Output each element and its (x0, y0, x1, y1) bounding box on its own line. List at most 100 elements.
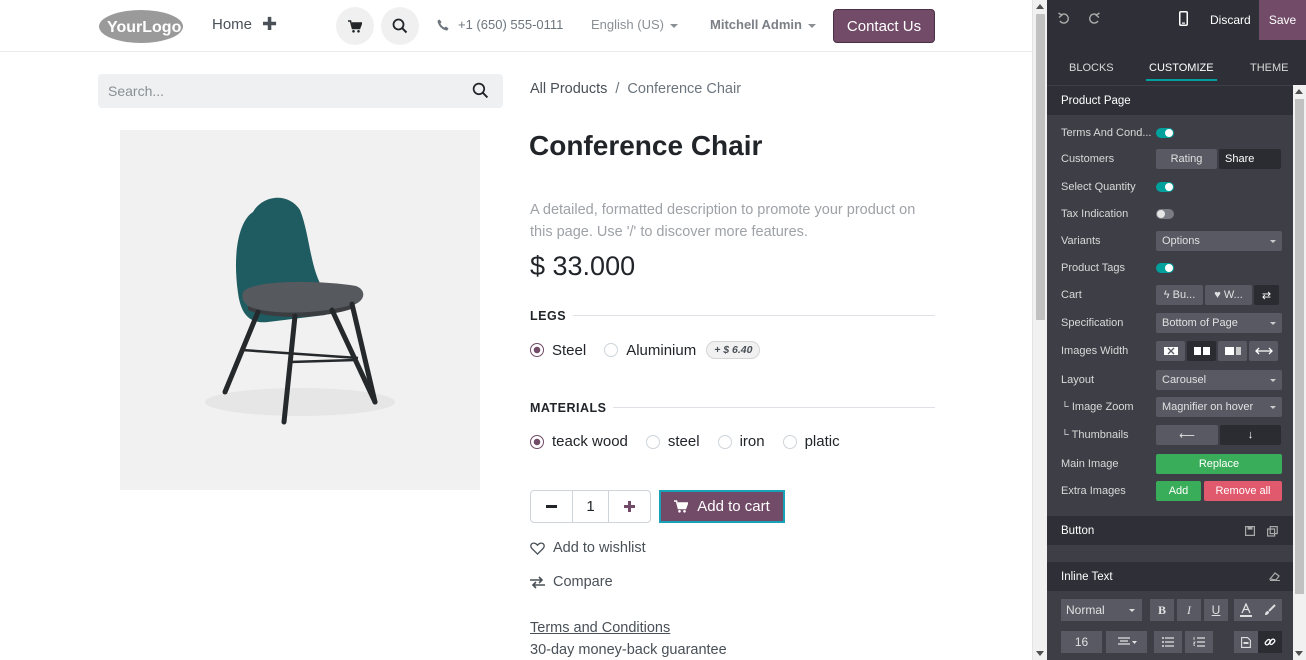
eraser-icon[interactable] (1269, 571, 1281, 581)
rating-option[interactable]: Rating (1156, 149, 1217, 169)
underline-button[interactable]: U (1204, 599, 1228, 621)
numbered-list-button[interactable] (1185, 631, 1213, 653)
decrease-quantity-button[interactable] (531, 491, 572, 522)
phone-number[interactable]: +1 (650) 555-0111 (437, 17, 563, 32)
link-button[interactable] (1258, 631, 1282, 653)
redo-icon[interactable] (1088, 12, 1100, 26)
breadcrumb-all-products[interactable]: All Products (530, 81, 607, 97)
add-to-wishlist-link[interactable]: Add to wishlist (530, 540, 646, 556)
plus-icon (624, 501, 636, 512)
font-size-input[interactable]: 16 (1061, 631, 1102, 653)
replace-image-button[interactable]: Replace (1156, 454, 1282, 474)
save-button[interactable]: Save (1259, 0, 1306, 40)
radio[interactable] (604, 343, 619, 357)
option-steel[interactable]: steel (645, 433, 700, 450)
product-description[interactable]: A detailed, formatted description to pro… (530, 199, 930, 243)
option-platic[interactable]: platic (782, 433, 840, 450)
specification-select[interactable]: Bottom of Page (1156, 313, 1282, 333)
bullet-list-button[interactable] (1154, 631, 1182, 653)
remove-all-images-button[interactable]: Remove all (1204, 481, 1282, 501)
share-option[interactable]: Share (1219, 149, 1281, 169)
add-extra-image-button[interactable]: Add (1156, 481, 1201, 501)
product-search (98, 74, 503, 108)
tax-indication-toggle[interactable] (1156, 209, 1174, 219)
scroll-up-arrow[interactable] (1036, 4, 1044, 9)
radio-selected[interactable] (530, 343, 544, 357)
add-to-cart-button[interactable]: Add to cart (659, 490, 785, 523)
scroll-up-arrow[interactable] (1295, 89, 1303, 94)
text-style-select[interactable]: Normal (1061, 599, 1142, 621)
discard-button[interactable]: Discard (1210, 13, 1251, 27)
tab-customize[interactable]: CUSTOMIZE (1146, 62, 1217, 81)
image-width-none-icon (1163, 347, 1178, 355)
thumbnails-left-option[interactable]: ⟵ (1156, 425, 1218, 445)
width-66-option[interactable] (1218, 341, 1247, 361)
editor-scrollbar[interactable] (1293, 85, 1306, 660)
font-color-button[interactable] (1234, 599, 1258, 621)
width-100-option[interactable] (1249, 341, 1278, 361)
compare-link[interactable]: Compare (530, 574, 613, 590)
align-center-icon (1117, 637, 1137, 645)
radio[interactable] (782, 434, 797, 449)
option-iron[interactable]: iron (717, 433, 765, 450)
option-label: steel (667, 433, 700, 450)
italic-button[interactable]: I (1177, 599, 1201, 621)
product-image[interactable] (120, 130, 480, 490)
mobile-preview-icon[interactable] (1179, 11, 1188, 26)
wishlist-option[interactable]: ♥ W... (1205, 285, 1252, 305)
customers-options: Rating Share (1156, 149, 1283, 169)
option-aluminium[interactable]: Aluminium (604, 342, 696, 359)
variants-select[interactable]: Options (1156, 231, 1282, 251)
highlight-color-button[interactable] (1258, 599, 1282, 621)
website-scrollbar[interactable] (1032, 0, 1047, 660)
tab-blocks[interactable]: BLOCKS (1069, 62, 1114, 74)
search-icon[interactable] (472, 82, 489, 99)
layout-select[interactable]: Carousel (1156, 370, 1282, 390)
option-label: Images Width (1061, 345, 1129, 357)
scroll-down-arrow[interactable] (1036, 651, 1044, 656)
buy-now-option[interactable]: ϟ Bu... (1156, 285, 1203, 305)
radio[interactable] (645, 434, 660, 449)
undo-icon[interactable] (1058, 12, 1070, 26)
language-selector[interactable]: English (US) (591, 17, 678, 32)
option-steel[interactable]: Steel (530, 342, 586, 359)
option-teack-wood[interactable]: teack wood (530, 433, 628, 450)
search-toggle-button[interactable] (381, 7, 419, 45)
add-page-icon[interactable]: ✚ (262, 14, 277, 35)
search-input[interactable] (108, 74, 458, 108)
radio-selected[interactable] (530, 434, 544, 449)
editor-tabs: BLOCKS CUSTOMIZE THEME (1047, 40, 1306, 85)
increase-quantity-button[interactable] (609, 491, 650, 522)
width-none-option[interactable] (1156, 341, 1185, 361)
contact-us-button[interactable]: Contact Us (833, 9, 935, 43)
quantity-input[interactable]: 1 (571, 491, 610, 522)
product-tags-toggle[interactable] (1156, 263, 1174, 273)
chevron-down-icon (1129, 608, 1135, 612)
chevron-down-icon (807, 23, 816, 28)
cart-button[interactable] (336, 7, 374, 45)
width-50-option[interactable] (1187, 341, 1216, 361)
user-menu[interactable]: Mitchell Admin (710, 17, 816, 32)
scrollbar-thumb[interactable] (1036, 14, 1045, 320)
text-align-select[interactable] (1106, 631, 1147, 653)
duplicate-icon[interactable] (1267, 526, 1278, 537)
image-zoom-select[interactable]: Magnifier on hover (1156, 397, 1282, 417)
terms-link[interactable]: Terms and Conditions (530, 620, 670, 636)
scrollbar-thumb[interactable] (1295, 99, 1304, 594)
tab-theme[interactable]: THEME (1250, 62, 1289, 74)
save-icon[interactable] (1245, 526, 1255, 536)
logo[interactable]: YourLogo (98, 9, 184, 44)
terms-toggle[interactable] (1156, 128, 1174, 138)
option-label: Main Image (1061, 458, 1119, 470)
bold-button[interactable]: B (1150, 599, 1174, 621)
section-label: Button (1061, 525, 1095, 537)
scroll-down-arrow[interactable] (1295, 651, 1303, 656)
option-label: Specification (1061, 317, 1124, 329)
save-template-button[interactable] (1234, 631, 1258, 653)
nav-home[interactable]: Home (212, 16, 252, 33)
compare-label: Compare (553, 574, 613, 590)
radio[interactable] (717, 434, 732, 449)
thumbnails-bottom-option[interactable]: ↓ (1220, 425, 1281, 445)
select-quantity-toggle[interactable] (1156, 182, 1174, 192)
compare-option[interactable]: ⇄ (1254, 285, 1279, 305)
